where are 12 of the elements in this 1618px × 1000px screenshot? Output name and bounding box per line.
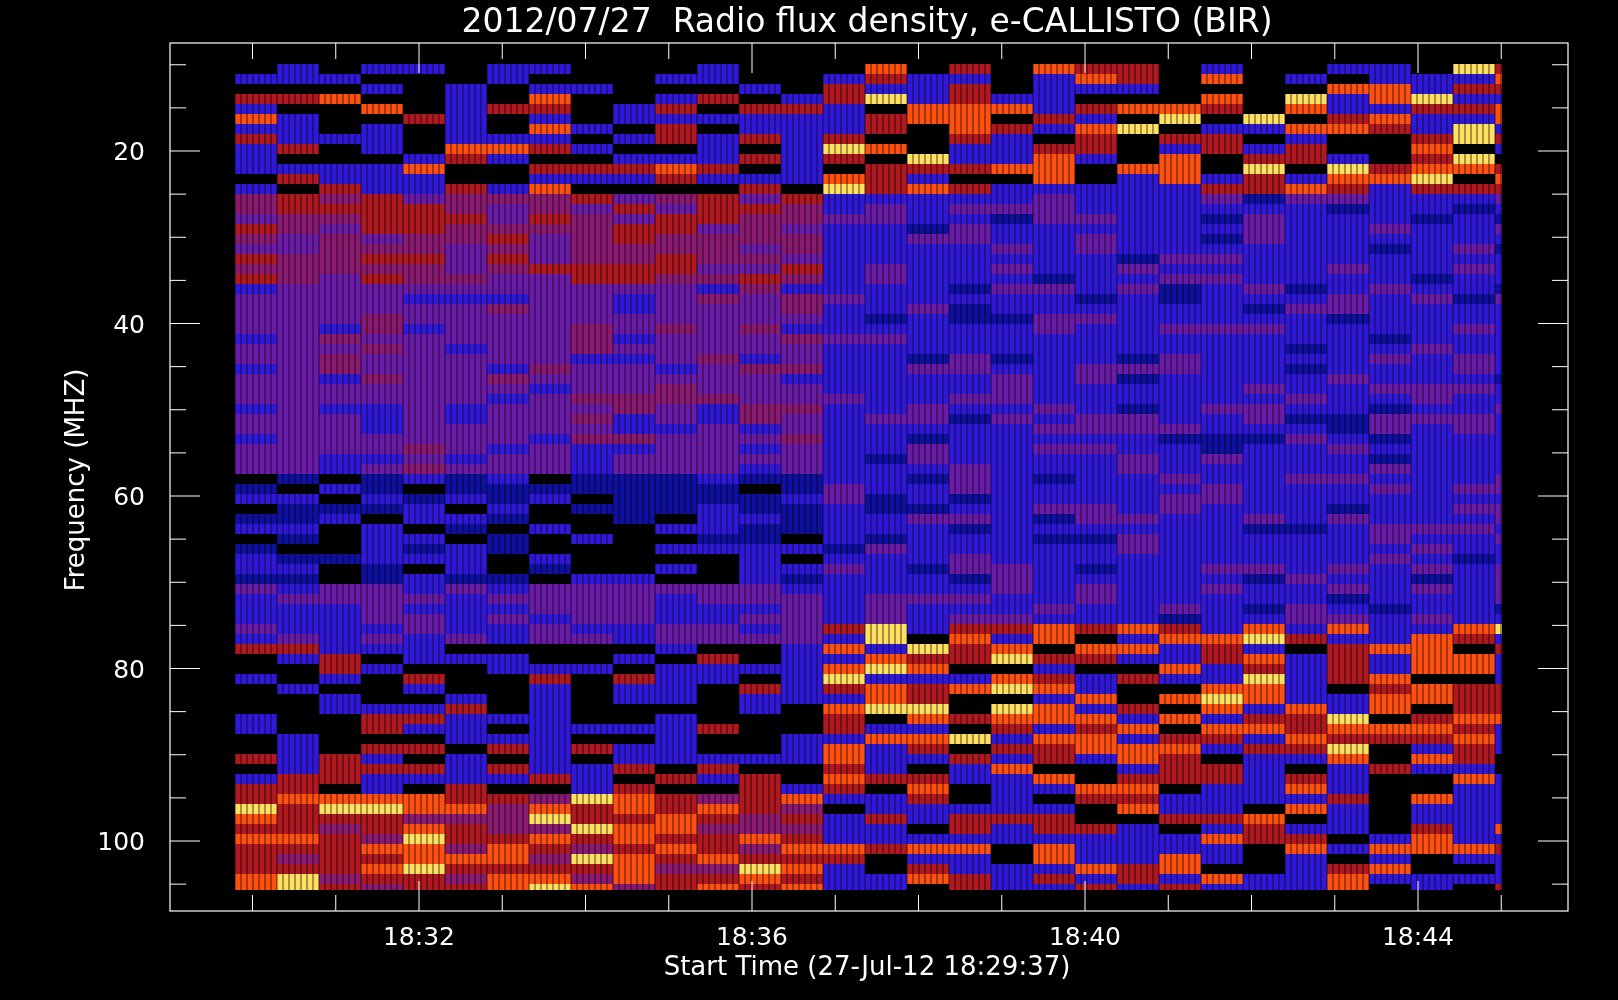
y-tick-label: 40 (113, 309, 145, 339)
x-tick-label: 18:44 (1382, 922, 1454, 951)
y-tick-label: 100 (97, 827, 145, 856)
chart-title: 2012/07/27 Radio flux density, e-CALLISTO (BIR) (461, 1, 1273, 40)
y-tick-label: 80 (113, 654, 145, 684)
x-tick-label: 18:32 (383, 922, 455, 951)
x-tick-label: 18:36 (716, 922, 788, 951)
y-tick-label: 60 (113, 482, 145, 511)
y-tick-label: 20 (113, 137, 145, 166)
y-axis-label: Frequency (MHZ) (60, 368, 90, 592)
x-axis-label: Start Time (27-Jul-12 18:29:37) (663, 951, 1071, 981)
x-tick-label: 18:40 (1049, 922, 1121, 951)
